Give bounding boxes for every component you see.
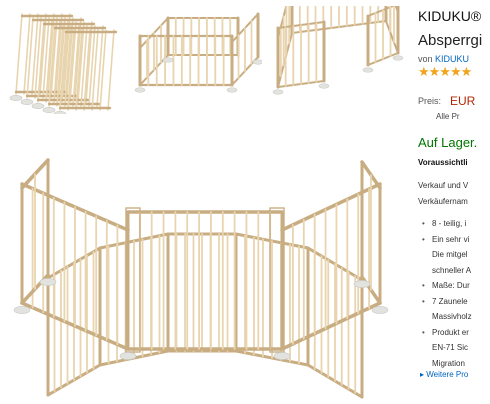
bullet-item: Massivholz [432, 312, 472, 321]
foot-pad [392, 55, 404, 61]
sold-by-line1: Verkauf und V [418, 181, 469, 190]
foot-pad [273, 352, 291, 360]
bullet-item: 7 Zaunele [422, 294, 472, 310]
foot-pad [318, 83, 330, 89]
sold-by-line2: Verkäufernam [418, 197, 468, 206]
thumbnail-rectangular-playpen[interactable] [134, 6, 262, 110]
bar [107, 29, 115, 111]
feature-bullets: 8 - teilig, i Ein sehr vi Die mitgel sch… [422, 216, 472, 371]
price-value: EUR [450, 94, 476, 108]
foot-pad [39, 278, 57, 286]
main-image-octagonal-playpen [13, 158, 389, 399]
foot-pad [226, 87, 238, 93]
more-products-link[interactable]: ▸ Weitere Pro [420, 370, 468, 379]
by-prefix: von [418, 54, 433, 64]
foot-pad [371, 306, 389, 314]
product-info-panel: KIDUKU® Absperrgi von KIDUKU ★★★★★ Preis… [416, 0, 490, 404]
thumbnail-open-playpen[interactable] [268, 6, 404, 110]
image-gallery [0, 0, 412, 404]
bar [99, 29, 107, 111]
foot-pad [42, 107, 56, 114]
foot-pad [9, 95, 23, 102]
bullet-item: Produkt er [422, 325, 472, 341]
product-title-line2[interactable]: Absperrgi [418, 32, 482, 49]
top-rail [280, 182, 382, 232]
thumbnail-folded-playpen[interactable] [2, 6, 128, 114]
product-title-line1[interactable]: KIDUKU® [418, 8, 481, 24]
stock-status: Auf Lager. [418, 135, 478, 150]
foot-pad [362, 67, 374, 73]
foot-pad [119, 352, 137, 360]
bottom-rail [280, 301, 382, 351]
foot-pad [272, 89, 284, 95]
bullet-item: Die mitgel [432, 250, 468, 259]
foot-pad [353, 280, 371, 288]
foot-pad [31, 103, 45, 110]
foot-pad [53, 111, 67, 114]
bottom-rail [385, 20, 399, 54]
bar [15, 13, 23, 95]
bullet-item: Maße: Dur [422, 278, 472, 294]
bar [23, 13, 31, 95]
bullet-item: EN-71 Sic [432, 343, 469, 352]
rating-stars-icon[interactable]: ★★★★★ [418, 64, 472, 80]
foot-pad [20, 99, 34, 106]
bullet-item: Ein sehr vi [422, 232, 472, 248]
bullet-item: Migration [432, 358, 465, 368]
bullet-item: 8 - teilig, i [422, 216, 472, 232]
foot-pad [13, 306, 31, 314]
foot-pad [134, 87, 146, 93]
foot-pad [252, 59, 262, 65]
bullet-item: schneller A [432, 265, 472, 275]
foot-pad [162, 57, 174, 63]
byline: von KIDUKU [418, 54, 469, 64]
delivery-estimate: Voraussichtli [418, 158, 468, 167]
price-label: Preis: [418, 96, 442, 106]
price-note: Alle Pr [436, 112, 460, 121]
brand-link[interactable]: KIDUKU [435, 54, 469, 64]
